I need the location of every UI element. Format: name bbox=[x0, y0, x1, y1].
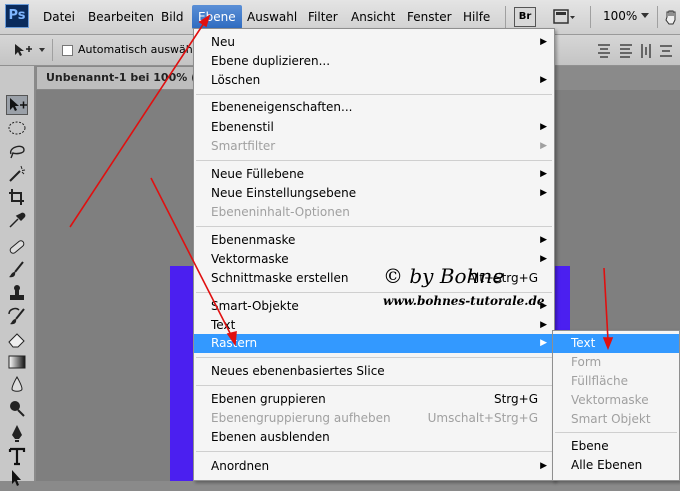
move-tool-icon[interactable] bbox=[6, 95, 28, 115]
blur-tool-icon[interactable] bbox=[6, 375, 28, 395]
menu-ebene[interactable]: Ebene bbox=[192, 5, 242, 29]
hand-tool-icon[interactable] bbox=[664, 9, 678, 25]
menu-ansicht[interactable]: Ansicht bbox=[351, 9, 395, 25]
gradient-tool-icon[interactable] bbox=[6, 352, 28, 372]
submenu-arrow-icon: ▶ bbox=[540, 254, 547, 264]
submenu-arrow-icon: ▶ bbox=[540, 461, 547, 471]
submenu-arrow-icon: ▶ bbox=[540, 320, 547, 330]
menu-item-ebenenstil[interactable]: Ebenenstil ▶ bbox=[194, 118, 554, 137]
submenu-arrow-icon: ▶ bbox=[540, 141, 547, 151]
menu-bearbeiten[interactable]: Bearbeiten bbox=[88, 9, 154, 25]
submenu-item-vektormaske: Vektormaske bbox=[571, 393, 649, 407]
submenu-arrow-icon: ▶ bbox=[540, 338, 547, 348]
menu-item-ebeneninhalt-optionen: Ebeneninhalt-Optionen bbox=[211, 205, 350, 219]
submenu-item-smart-objekt: Smart Objekt bbox=[571, 412, 651, 426]
submenu-arrow-icon: ▶ bbox=[540, 188, 547, 198]
zoom-level[interactable]: 100% bbox=[603, 9, 637, 23]
menu-separator bbox=[196, 94, 552, 95]
shortcut-label: Strg+G bbox=[493, 392, 538, 406]
ebene-menu: Neu ▶ Ebene duplizieren... Löschen ▶ Ebene… bbox=[193, 28, 555, 481]
bridge-button[interactable]: Br bbox=[514, 7, 536, 27]
canvas-fill bbox=[170, 266, 194, 481]
submenu-item-ebene[interactable]: Ebene bbox=[553, 437, 679, 456]
menubar-separator bbox=[657, 6, 658, 28]
menu-separator bbox=[196, 160, 552, 161]
menu-separator bbox=[196, 292, 552, 293]
align-distribute-icon[interactable] bbox=[596, 42, 680, 60]
menu-separator bbox=[196, 226, 552, 227]
brush-tool-icon[interactable] bbox=[6, 260, 28, 280]
menu-item-rastern[interactable]: Rastern ▶ bbox=[194, 334, 554, 353]
menu-bild[interactable]: Bild bbox=[161, 9, 184, 25]
options-separator bbox=[52, 39, 53, 61]
menu-separator bbox=[196, 357, 552, 358]
submenu-item-form: Form bbox=[571, 355, 602, 369]
menu-item-text[interactable]: Text ▶ bbox=[194, 316, 554, 335]
watermark-url: www.bohnes-tutorale.de bbox=[383, 294, 545, 308]
menu-fenster[interactable]: Fenster bbox=[407, 9, 452, 25]
screen-mode-icon[interactable] bbox=[552, 7, 576, 27]
watermark-signature: © by Bohne bbox=[383, 264, 505, 288]
pen-tool-icon[interactable] bbox=[6, 423, 28, 443]
submenu-item-alle-ebenen[interactable]: Alle Ebenen bbox=[553, 456, 679, 475]
menu-item-neues-ebenenbasiertes-slice[interactable]: Neues ebenenbasiertes Slice bbox=[194, 362, 554, 381]
menubar-separator bbox=[505, 6, 506, 28]
menu-item-loeschen[interactable]: Löschen ▶ bbox=[194, 71, 554, 90]
menu-separator bbox=[555, 432, 677, 433]
menu-item-ebeneneigenschaften[interactable]: Ebeneneigenschaften... bbox=[194, 98, 554, 117]
menu-item-anordnen[interactable]: Anordnen ▶ bbox=[194, 457, 554, 476]
menu-auswahl[interactable]: Auswahl bbox=[247, 9, 297, 25]
menubar-separator bbox=[590, 6, 591, 28]
menu-item-smartfilter: Smartfilter ▶ bbox=[194, 137, 554, 156]
submenu-arrow-icon: ▶ bbox=[540, 235, 547, 245]
menu-item-neue-fuellebene[interactable]: Neue Füllebene ▶ bbox=[194, 165, 554, 184]
submenu-item-fuellflaeche: Füllfläche bbox=[571, 374, 629, 388]
menu-item-ebenengruppierung-aufheben: Ebenengruppierung aufheben Umschalt+Strg+… bbox=[194, 409, 554, 428]
menu-item-ebenen-gruppieren[interactable]: Ebenen gruppieren Strg+G bbox=[194, 390, 554, 409]
menu-filter[interactable]: Filter bbox=[308, 9, 338, 25]
path-selection-icon[interactable] bbox=[6, 468, 28, 488]
healing-brush-icon[interactable] bbox=[6, 237, 28, 257]
menu-item-neu[interactable]: Neu ▶ bbox=[194, 33, 554, 52]
auto-select-checkbox[interactable] bbox=[62, 45, 73, 56]
move-tool-preset-icon[interactable] bbox=[12, 42, 45, 58]
menu-item-neue-einstellungsebene[interactable]: Neue Einstellungsebene ▶ bbox=[194, 184, 554, 203]
chevron-down-icon[interactable] bbox=[641, 13, 649, 19]
submenu-arrow-icon: ▶ bbox=[540, 37, 547, 47]
elliptical-marquee-icon[interactable] bbox=[6, 118, 28, 138]
shortcut-label: Umschalt+Strg+G bbox=[427, 411, 538, 425]
menu-separator bbox=[196, 451, 552, 452]
crop-tool-icon[interactable] bbox=[6, 187, 28, 207]
eraser-tool-icon[interactable] bbox=[6, 329, 28, 349]
submenu-arrow-icon: ▶ bbox=[540, 75, 547, 85]
menu-item-ebene-duplizieren[interactable]: Ebene duplizieren... bbox=[194, 52, 554, 71]
rastern-submenu: Text Form Füllfläche Vektormaske Smart O… bbox=[552, 330, 680, 481]
submenu-arrow-icon: ▶ bbox=[540, 169, 547, 179]
clone-stamp-icon[interactable] bbox=[6, 283, 28, 303]
menu-hilfe[interactable]: Hilfe bbox=[463, 9, 490, 25]
dodge-tool-icon[interactable] bbox=[6, 398, 28, 418]
document-tab[interactable]: Unbenannt-1 bei 100% (Bohne bbox=[36, 66, 196, 90]
menu-item-ebenenmaske[interactable]: Ebenenmaske ▶ bbox=[194, 231, 554, 250]
toolbox bbox=[0, 66, 35, 486]
magic-wand-icon[interactable] bbox=[6, 164, 28, 184]
submenu-item-text[interactable]: Text bbox=[553, 334, 679, 353]
menu-datei[interactable]: Datei bbox=[43, 9, 75, 25]
submenu-arrow-icon: ▶ bbox=[540, 122, 547, 132]
menu-separator bbox=[196, 385, 552, 386]
menu-item-ebenen-ausblenden[interactable]: Ebenen ausblenden bbox=[194, 428, 554, 447]
eyedropper-icon[interactable] bbox=[6, 210, 28, 230]
photoshop-logo: Ps bbox=[5, 4, 29, 28]
history-brush-icon[interactable] bbox=[6, 306, 28, 326]
lasso-tool-icon[interactable] bbox=[6, 141, 28, 161]
type-tool-icon[interactable] bbox=[6, 446, 28, 466]
